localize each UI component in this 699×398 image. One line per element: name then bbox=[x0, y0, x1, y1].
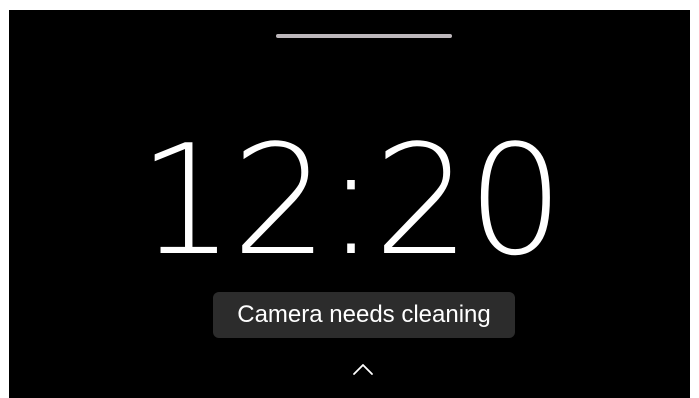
chevron-up-icon[interactable] bbox=[352, 362, 374, 376]
clock-time: 12:20 bbox=[137, 112, 564, 289]
lock-screen: 12:20 Camera needs cleaning bbox=[9, 10, 690, 398]
drag-handle[interactable] bbox=[276, 34, 452, 38]
camera-cleaning-toast[interactable]: Camera needs cleaning bbox=[213, 292, 515, 338]
